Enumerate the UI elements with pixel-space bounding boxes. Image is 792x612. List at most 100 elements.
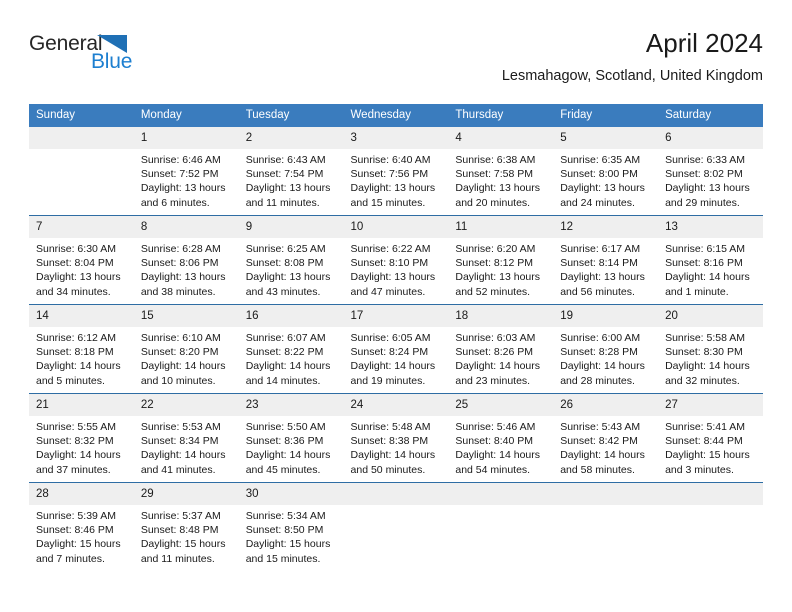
general-blue-logo[interactable]: General Blue bbox=[29, 32, 229, 88]
day-details: Sunrise: 6:28 AM Sunset: 8:06 PM Daylight:… bbox=[134, 238, 239, 299]
daylight-duration-line1: Daylight: 13 hours bbox=[665, 182, 750, 195]
calendar-day-cell[interactable]: 21 Sunrise: 5:55 AM Sunset: 8:32 PM Dayligh… bbox=[29, 393, 134, 483]
daylight-duration-line2: and 34 minutes. bbox=[36, 285, 111, 298]
day-number: 15 bbox=[133, 305, 239, 327]
day-cell-inner: 15 Sunrise: 6:10 AM Sunset: 8:20 PM Dayligh… bbox=[133, 305, 239, 393]
calendar-day-cell[interactable]: 5 Sunrise: 6:35 AM Sunset: 8:00 PM Daylight… bbox=[553, 127, 659, 216]
daylight-duration-line1: Daylight: 14 hours bbox=[36, 360, 121, 373]
calendar-day-cell[interactable]: 22 Sunrise: 5:53 AM Sunset: 8:34 PM Dayligh… bbox=[133, 393, 239, 483]
day-number: 29 bbox=[133, 483, 239, 505]
calendar-day-cell[interactable]: 20 Sunrise: 5:58 AM Sunset: 8:30 PM Dayligh… bbox=[658, 304, 763, 394]
calendar-day-cell[interactable]: 11 Sunrise: 6:20 AM Sunset: 8:12 PM Dayligh… bbox=[448, 215, 554, 305]
daylight-duration-line2: and 14 minutes. bbox=[245, 374, 321, 387]
day-number bbox=[343, 483, 449, 505]
daylight-duration-line1: Daylight: 13 hours bbox=[350, 271, 436, 284]
day-cell-inner: 7 Sunrise: 6:30 AM Sunset: 8:04 PM Daylight… bbox=[29, 216, 134, 304]
sunset-time: Sunset: 8:18 PM bbox=[36, 346, 114, 359]
page-header: General Blue April 2024 Lesmahagow, Scot… bbox=[29, 28, 763, 100]
daylight-duration-line1: Daylight: 13 hours bbox=[245, 271, 331, 284]
sunset-time: Sunset: 8:20 PM bbox=[140, 346, 219, 359]
calendar-day-cell[interactable]: 12 Sunrise: 6:17 AM Sunset: 8:14 PM Dayligh… bbox=[553, 215, 659, 305]
calendar-day-cell[interactable]: 26 Sunrise: 5:43 AM Sunset: 8:42 PM Dayligh… bbox=[553, 393, 659, 483]
sunrise-time: Sunrise: 6:07 AM bbox=[245, 332, 326, 344]
weekday-header-friday: Friday bbox=[553, 104, 659, 127]
day-details: Sunrise: 6:43 AM Sunset: 7:54 PM Daylight:… bbox=[239, 149, 344, 210]
sunset-time: Sunset: 7:54 PM bbox=[245, 168, 324, 181]
day-number: 13 bbox=[658, 216, 763, 238]
day-details: Sunrise: 6:12 AM Sunset: 8:18 PM Daylight:… bbox=[29, 327, 134, 388]
day-number: 3 bbox=[343, 127, 449, 149]
sunrise-time: Sunrise: 6:20 AM bbox=[455, 243, 536, 255]
daylight-duration-line1: Daylight: 13 hours bbox=[560, 182, 645, 195]
daylight-duration-line2: and 47 minutes. bbox=[350, 285, 426, 298]
day-number: 17 bbox=[343, 305, 449, 327]
calendar-day-cell[interactable]: 8 Sunrise: 6:28 AM Sunset: 8:06 PM Daylight… bbox=[133, 215, 239, 305]
calendar-day-cell[interactable]: 16 Sunrise: 6:07 AM Sunset: 8:22 PM Dayligh… bbox=[238, 304, 344, 394]
daylight-duration-line1: Daylight: 14 hours bbox=[665, 271, 750, 284]
sunset-time: Sunset: 7:58 PM bbox=[455, 168, 534, 181]
calendar-day-cell[interactable]: 13 Sunrise: 6:15 AM Sunset: 8:16 PM Dayligh… bbox=[658, 215, 763, 305]
daylight-duration-line2: and 10 minutes. bbox=[140, 374, 216, 387]
calendar-day-cell[interactable]: 19 Sunrise: 6:00 AM Sunset: 8:28 PM Dayligh… bbox=[553, 304, 659, 394]
calendar-day-cell[interactable]: 28 Sunrise: 5:39 AM Sunset: 8:46 PM Dayligh… bbox=[29, 482, 134, 571]
day-number: 4 bbox=[448, 127, 554, 149]
calendar-day-cell[interactable]: 9 Sunrise: 6:25 AM Sunset: 8:08 PM Daylight… bbox=[238, 215, 344, 305]
calendar-day-cell[interactable]: 14 Sunrise: 6:12 AM Sunset: 8:18 PM Dayligh… bbox=[29, 304, 134, 394]
day-number: 18 bbox=[448, 305, 554, 327]
daylight-duration-line2: and 11 minutes. bbox=[245, 196, 320, 209]
day-details: Sunrise: 6:46 AM Sunset: 7:52 PM Daylight:… bbox=[134, 149, 239, 210]
calendar-day-cell[interactable]: 23 Sunrise: 5:50 AM Sunset: 8:36 PM Dayligh… bbox=[238, 393, 344, 483]
calendar-day-cell[interactable]: 10 Sunrise: 6:22 AM Sunset: 8:10 PM Dayligh… bbox=[343, 215, 449, 305]
day-details: Sunrise: 5:34 AM Sunset: 8:50 PM Daylight:… bbox=[239, 505, 344, 566]
sunset-time: Sunset: 8:32 PM bbox=[36, 435, 114, 448]
daylight-duration-line2: and 45 minutes. bbox=[245, 463, 321, 476]
calendar-day-cell[interactable]: 7 Sunrise: 6:30 AM Sunset: 8:04 PM Daylight… bbox=[29, 215, 134, 305]
daylight-duration-line2: and 19 minutes. bbox=[350, 374, 426, 387]
calendar-day-cell[interactable]: 18 Sunrise: 6:03 AM Sunset: 8:26 PM Dayligh… bbox=[448, 304, 554, 394]
sunset-time: Sunset: 8:42 PM bbox=[560, 435, 638, 448]
sunset-time: Sunset: 8:44 PM bbox=[665, 435, 743, 448]
daylight-duration-line1: Daylight: 14 hours bbox=[560, 360, 645, 373]
day-number: 28 bbox=[29, 483, 134, 505]
calendar-day-cell[interactable]: 3 Sunrise: 6:40 AM Sunset: 7:56 PM Daylight… bbox=[343, 127, 449, 216]
day-number: 22 bbox=[133, 394, 239, 416]
daylight-duration-line2: and 38 minutes. bbox=[140, 285, 216, 298]
day-details: Sunrise: 5:41 AM Sunset: 8:44 PM Daylight:… bbox=[658, 416, 763, 477]
calendar-day-cell[interactable]: 17 Sunrise: 6:05 AM Sunset: 8:24 PM Dayligh… bbox=[343, 304, 449, 394]
calendar-week-row: 1 Sunrise: 6:46 AM Sunset: 7:52 PM Daylight… bbox=[29, 127, 763, 216]
calendar-day-cell[interactable]: 6 Sunrise: 6:33 AM Sunset: 8:02 PM Daylight… bbox=[658, 127, 763, 216]
daylight-duration-line1: Daylight: 14 hours bbox=[350, 449, 436, 462]
calendar-day-cell[interactable]: 4 Sunrise: 6:38 AM Sunset: 7:58 PM Daylight… bbox=[448, 127, 554, 216]
weekday-header-thursday: Thursday bbox=[448, 104, 554, 127]
calendar-day-cell[interactable]: 25 Sunrise: 5:46 AM Sunset: 8:40 PM Dayligh… bbox=[448, 393, 554, 483]
day-number: 19 bbox=[553, 305, 659, 327]
calendar-day-cell[interactable]: 2 Sunrise: 6:43 AM Sunset: 7:54 PM Daylight… bbox=[238, 127, 344, 216]
day-cell-inner: 6 Sunrise: 6:33 AM Sunset: 8:02 PM Daylight… bbox=[658, 127, 763, 215]
sunset-time: Sunset: 8:06 PM bbox=[140, 257, 219, 270]
daylight-duration-line1: Daylight: 14 hours bbox=[455, 360, 541, 373]
day-cell-inner: 21 Sunrise: 5:55 AM Sunset: 8:32 PM Dayligh… bbox=[29, 394, 134, 482]
calendar-day-cell[interactable]: 15 Sunrise: 6:10 AM Sunset: 8:20 PM Dayligh… bbox=[133, 304, 239, 394]
daylight-duration-line1: Daylight: 15 hours bbox=[245, 538, 331, 551]
day-number: 6 bbox=[658, 127, 763, 149]
calendar-week-row: 28 Sunrise: 5:39 AM Sunset: 8:46 PM Dayligh… bbox=[29, 482, 763, 571]
sunset-time: Sunset: 7:56 PM bbox=[350, 168, 429, 181]
calendar-day-cell[interactable]: 24 Sunrise: 5:48 AM Sunset: 8:38 PM Dayligh… bbox=[343, 393, 449, 483]
calendar-day-cell[interactable]: 30 Sunrise: 5:34 AM Sunset: 8:50 PM Dayligh… bbox=[238, 482, 344, 571]
day-number bbox=[658, 483, 763, 505]
day-details: Sunrise: 6:30 AM Sunset: 8:04 PM Daylight:… bbox=[29, 238, 134, 299]
sunrise-time: Sunrise: 5:46 AM bbox=[455, 421, 536, 433]
day-details: Sunrise: 6:17 AM Sunset: 8:14 PM Daylight:… bbox=[553, 238, 658, 299]
day-number: 23 bbox=[238, 394, 344, 416]
day-details: Sunrise: 5:37 AM Sunset: 8:48 PM Daylight:… bbox=[134, 505, 239, 566]
calendar-day-cell[interactable]: 29 Sunrise: 5:37 AM Sunset: 8:48 PM Dayligh… bbox=[133, 482, 239, 571]
daylight-duration-line2: and 6 minutes. bbox=[140, 196, 210, 209]
day-cell-inner: 13 Sunrise: 6:15 AM Sunset: 8:16 PM Dayligh… bbox=[658, 216, 763, 304]
calendar-day-cell[interactable]: 1 Sunrise: 6:46 AM Sunset: 7:52 PM Daylight… bbox=[133, 127, 239, 216]
daylight-duration-line2: and 1 minute. bbox=[665, 285, 729, 298]
day-number: 20 bbox=[658, 305, 763, 327]
day-cell-inner: 27 Sunrise: 5:41 AM Sunset: 8:44 PM Dayligh… bbox=[658, 394, 763, 482]
day-cell-inner: 22 Sunrise: 5:53 AM Sunset: 8:34 PM Dayligh… bbox=[133, 394, 239, 482]
daylight-duration-line2: and 43 minutes. bbox=[245, 285, 321, 298]
calendar-day-cell[interactable]: 27 Sunrise: 5:41 AM Sunset: 8:44 PM Dayligh… bbox=[658, 393, 763, 483]
